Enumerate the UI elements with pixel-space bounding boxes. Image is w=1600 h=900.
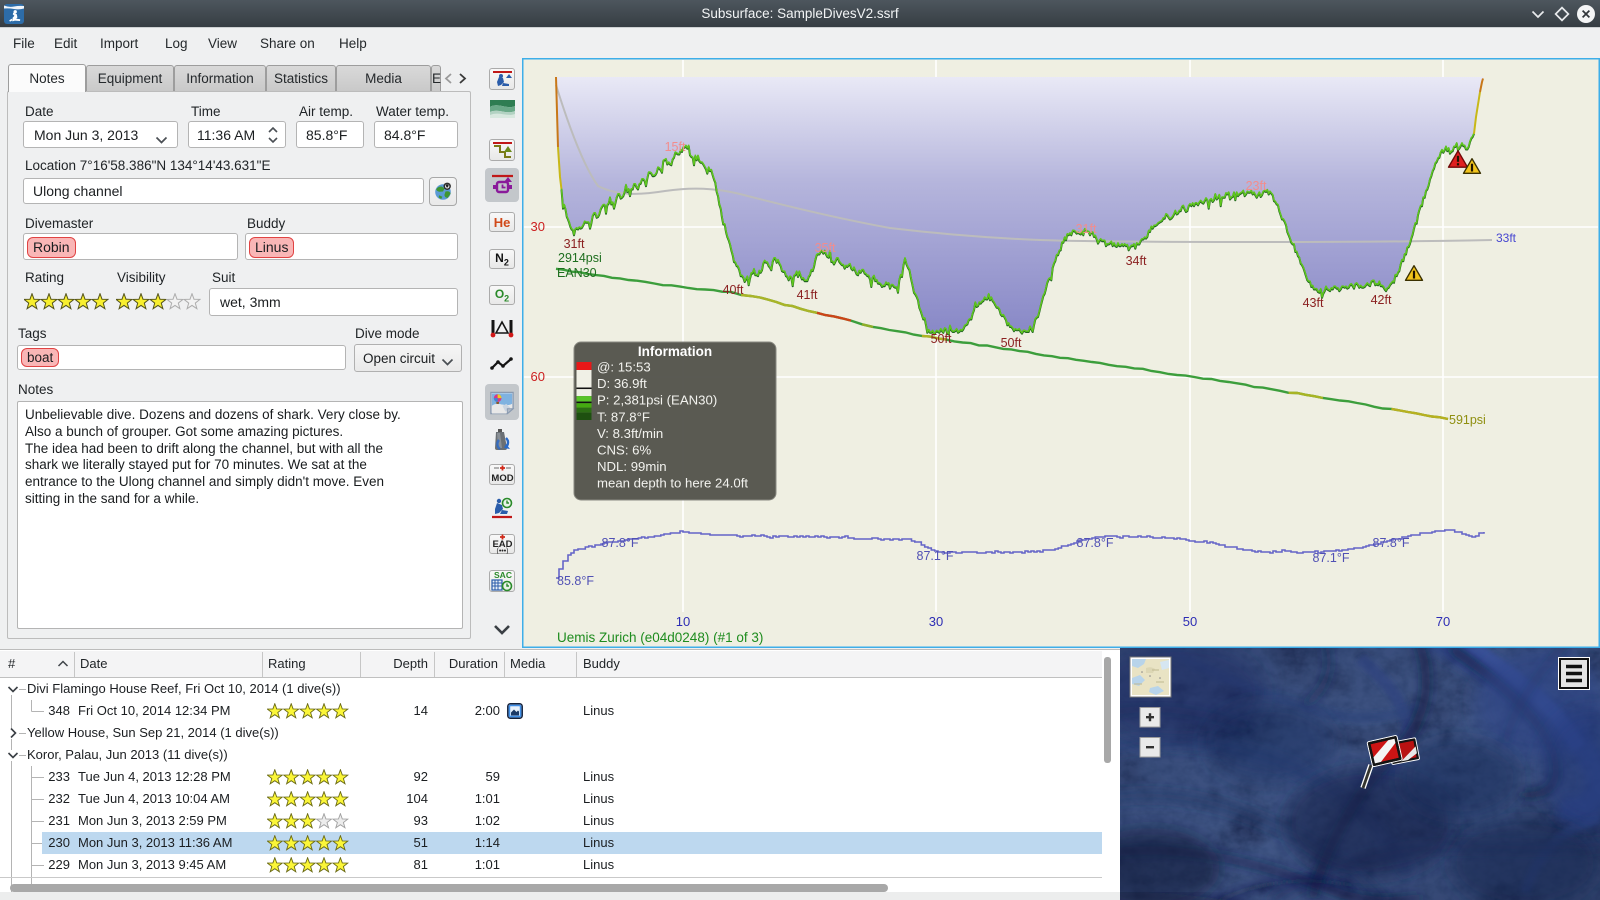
svg-text:MOD: MOD: [491, 473, 513, 484]
svg-text:V: 8.3ft/min: V: 8.3ft/min: [597, 426, 663, 441]
svg-text:P: 2,381psi (EAN30): P: 2,381psi (EAN30): [597, 393, 717, 408]
svg-text:591psi: 591psi: [1449, 413, 1486, 427]
svg-text:30: 30: [531, 219, 545, 234]
svg-text:87.8°F: 87.8°F: [1077, 536, 1114, 550]
svg-text:40ft: 40ft: [723, 283, 744, 297]
svg-text:10: 10: [676, 614, 690, 629]
svg-text:23ft: 23ft: [1246, 179, 1267, 193]
svg-text:15ft: 15ft: [665, 140, 686, 154]
svg-text:NDL: 99min: NDL: 99min: [597, 459, 667, 474]
svg-text:41ft: 41ft: [797, 288, 818, 302]
svg-text:85.8°F: 85.8°F: [557, 574, 594, 588]
svg-text:Uemis Zurich (e04d0248) (#1 of: Uemis Zurich (e04d0248) (#1 of 3): [557, 630, 763, 645]
svg-text:33ft: 33ft: [1496, 231, 1517, 245]
svg-text:34ft: 34ft: [1126, 254, 1147, 268]
svg-text:CNS: 6%: CNS: 6%: [597, 443, 652, 458]
svg-text:35ft: 35ft: [815, 241, 836, 255]
svg-text:43ft: 43ft: [1303, 296, 1324, 310]
svg-text:T: 87.8°F: T: 87.8°F: [597, 409, 650, 424]
svg-text:mean depth to here 24.0ft: mean depth to here 24.0ft: [597, 476, 748, 491]
svg-text:87.8°F: 87.8°F: [1373, 536, 1410, 550]
svg-text:30: 30: [929, 614, 943, 629]
svg-text:70: 70: [1436, 614, 1450, 629]
svg-text:50ft: 50ft: [931, 332, 952, 346]
svg-text:42ft: 42ft: [1371, 293, 1392, 307]
svg-text:31ft: 31ft: [564, 237, 585, 251]
svg-text:50: 50: [1183, 614, 1197, 629]
svg-text:@: 15:53: @: 15:53: [597, 360, 651, 375]
svg-text:50ft: 50ft: [1001, 336, 1022, 350]
svg-text:87.8°F: 87.8°F: [602, 536, 639, 550]
svg-text:SAC: SAC: [494, 570, 512, 580]
svg-text:D: 36.9ft: D: 36.9ft: [597, 376, 647, 391]
svg-text:87.1°F: 87.1°F: [917, 549, 954, 563]
svg-text:Information: Information: [638, 344, 712, 359]
svg-text:31ft: 31ft: [1076, 222, 1097, 236]
svg-text:87.1°F: 87.1°F: [1313, 551, 1350, 565]
svg-text:2914psi: 2914psi: [558, 251, 602, 265]
svg-text:EAN30: EAN30: [557, 266, 597, 280]
svg-text:(•••): (•••): [496, 548, 508, 554]
svg-text:60: 60: [531, 369, 545, 384]
